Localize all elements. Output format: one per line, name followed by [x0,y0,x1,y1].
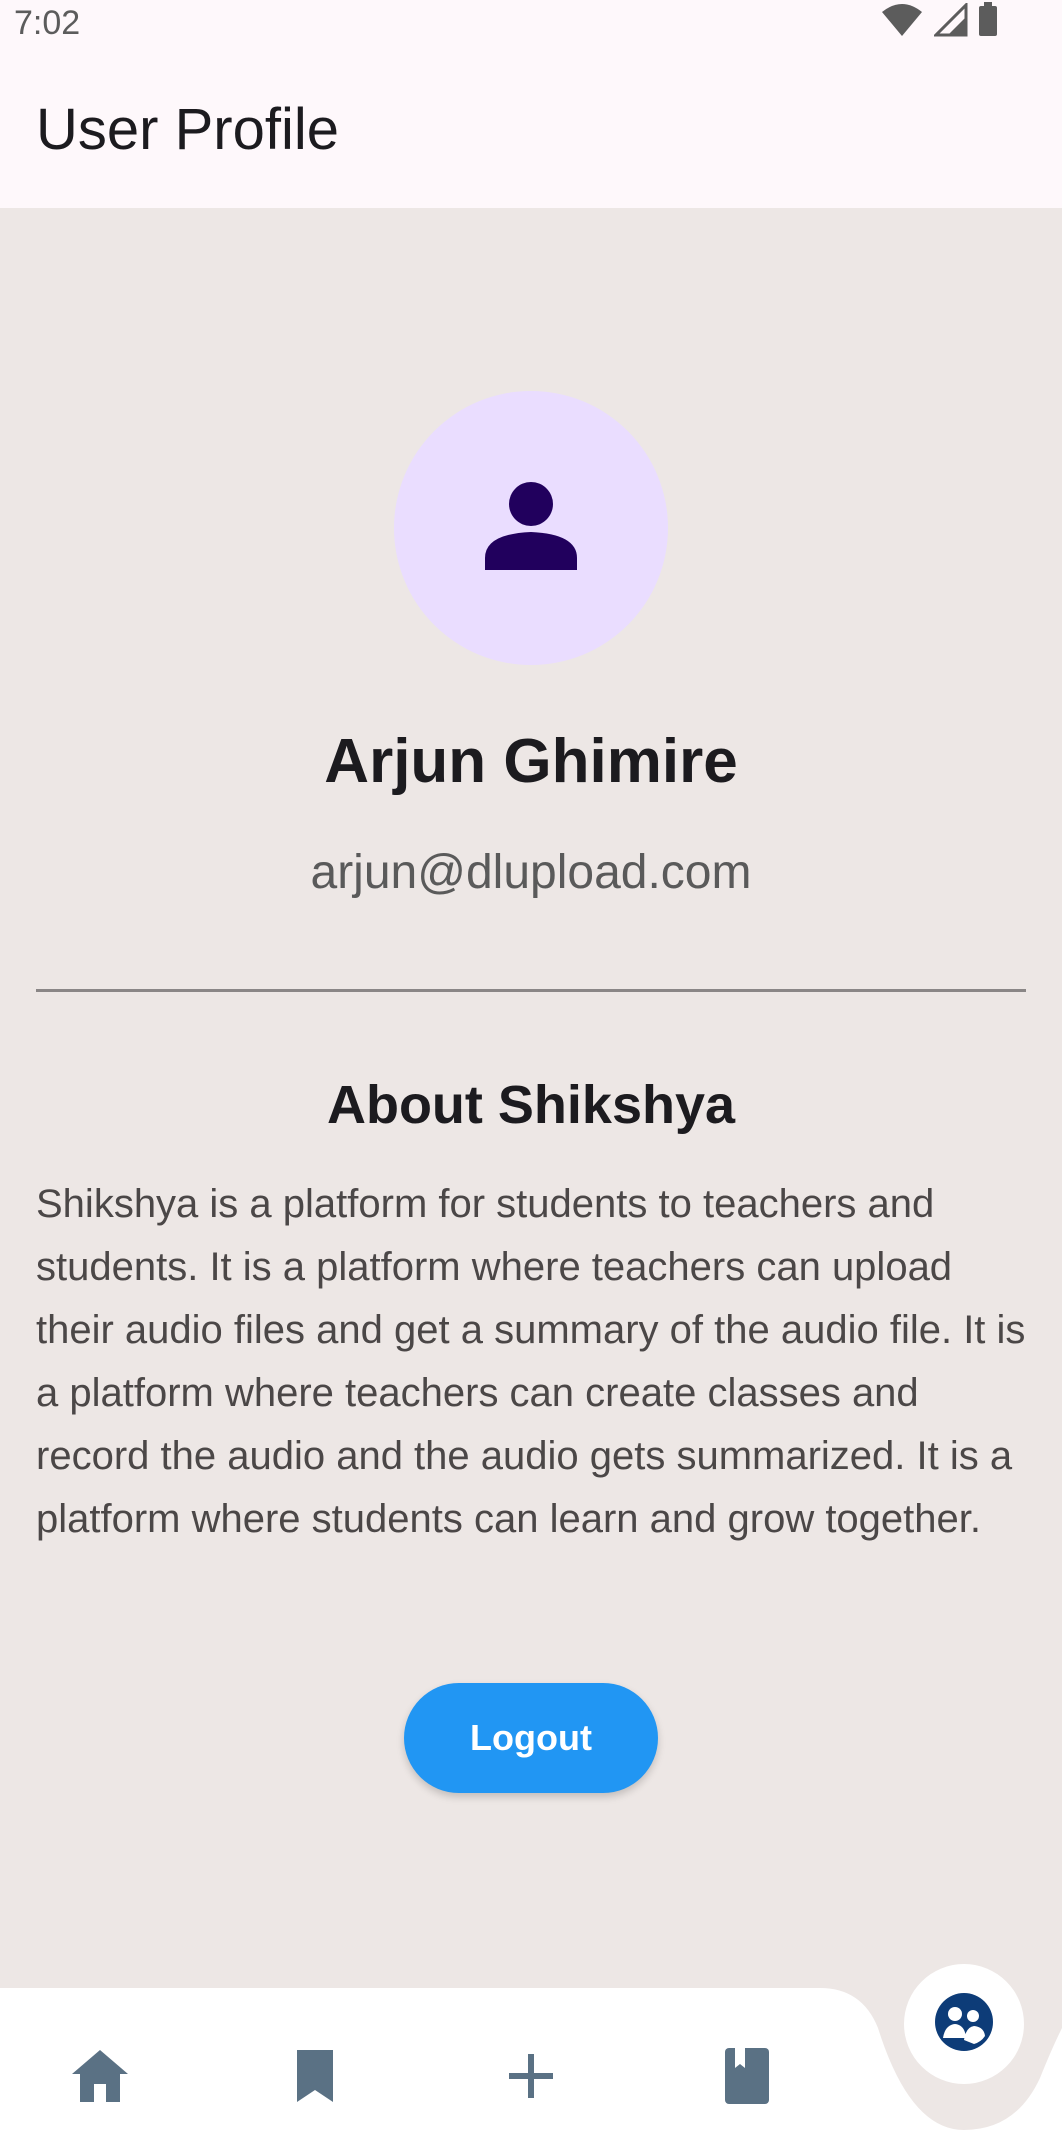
status-time: 7:02 [14,4,81,42]
app-bar: User Profile [0,60,1062,208]
profile-content: Arjun Ghimire arjun@dlupload.com About S… [0,208,1062,1988]
logout-button[interactable]: Logout [404,1683,658,1793]
nav-bookmarks[interactable] [270,2033,360,2123]
user-name: Arjun Ghimire [324,727,738,796]
bottom-navigation [0,1988,1062,2130]
status-icons [880,0,998,43]
nav-add[interactable] [486,2033,576,2123]
add-icon [507,2052,555,2105]
signal-icon [932,0,968,42]
person-icon [483,478,579,579]
divider [36,989,1026,992]
nav-profile-button[interactable] [904,1964,1024,2084]
page-title: User Profile [36,97,339,162]
book-icon [723,2046,771,2111]
battery-icon [978,1,998,43]
home-icon [70,2048,130,2109]
nav-home[interactable] [55,2033,145,2123]
status-bar: 7:02 [0,0,1062,60]
nav-library[interactable] [702,2033,792,2123]
user-email: arjun@dlupload.com [310,846,752,899]
wifi-icon [880,2,924,43]
about-description: Shikshya is a platform for students to t… [36,1182,1026,1541]
about-title: About Shikshya [326,1075,736,1135]
people-icon [934,1992,994,2057]
avatar [394,391,668,665]
bookmark-icon [293,2048,337,2109]
